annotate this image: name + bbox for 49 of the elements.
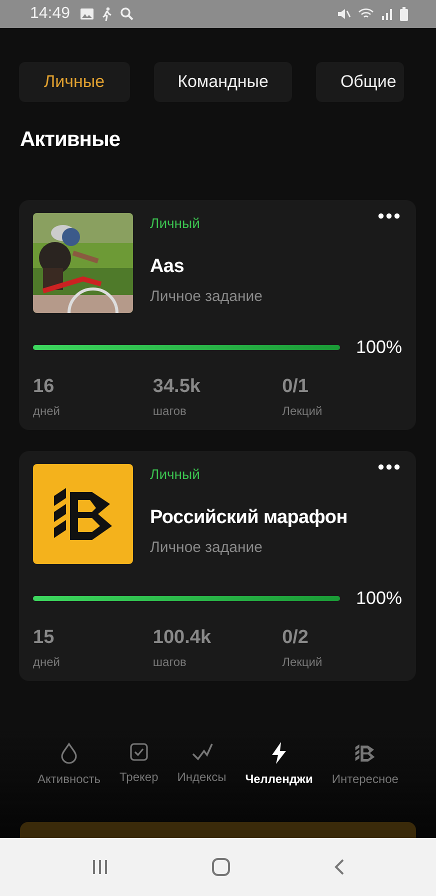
- more-icon[interactable]: [378, 213, 400, 219]
- stat-label: шагов: [152, 655, 188, 669]
- stat-label: шагов: [152, 404, 188, 418]
- nav-tab[interactable]: Трекер: [120, 742, 158, 786]
- stat-value: 0/2: [282, 627, 310, 649]
- challenge-type: Личный: [150, 215, 201, 231]
- mute-icon: [337, 8, 351, 20]
- challenge-subtitle: Личное задание: [150, 539, 264, 556]
- challenge-type: Личный: [150, 466, 201, 482]
- more-icon[interactable]: [378, 464, 400, 470]
- challenge-card[interactable]: Личный Российский марафон Личное задание 100% 15 дней 100.4k шагов 0/2 Лекций: [19, 451, 416, 681]
- lightning-icon: [271, 742, 288, 764]
- stat-value: 34.5k: [152, 376, 202, 398]
- challenge-card[interactable]: Личный Aas Личное задание 100% 16 дней 34.5k шагов 0/1 Лекций: [19, 200, 416, 430]
- stat-label: дней: [33, 655, 62, 669]
- chart-line-icon: [190, 742, 213, 762]
- filter-tab[interactable]: Командные: [154, 62, 292, 102]
- drop-icon: [59, 742, 79, 764]
- back-icon[interactable]: [333, 858, 345, 876]
- wifi-icon: [358, 8, 374, 20]
- stat-value: 100.4k: [152, 627, 212, 649]
- filter-tab[interactable]: Общие: [316, 62, 404, 102]
- recent-apps-icon[interactable]: [91, 858, 109, 876]
- stat-value: 16: [33, 376, 56, 398]
- walking-icon: [101, 7, 114, 21]
- nav-tab[interactable]: Интересное: [332, 742, 398, 786]
- signal-icon: [381, 8, 393, 20]
- stat-label: дней: [33, 404, 62, 418]
- filter-tab[interactable]: Личные: [19, 62, 130, 102]
- section-title: Активные: [20, 128, 122, 152]
- stat-label: Лекций: [282, 655, 324, 669]
- challenge-subtitle: Личное задание: [150, 288, 262, 305]
- progress-percent: 100%: [356, 337, 402, 358]
- image-icon: [80, 8, 94, 20]
- progress-percent: 100%: [356, 588, 402, 609]
- search-icon: [120, 7, 134, 21]
- checkbox-icon: [128, 742, 149, 762]
- stat-value: 15: [33, 627, 56, 649]
- nav-tab[interactable]: Активность: [38, 742, 101, 786]
- challenge-title: Aas: [150, 256, 185, 278]
- battery-icon: [400, 7, 408, 21]
- nav-tab[interactable]: Челленджи: [245, 742, 313, 786]
- status-time: 14:49: [30, 5, 70, 23]
- challenge-title: Российский марафон: [150, 507, 348, 529]
- stat-label: Лекций: [282, 404, 324, 418]
- nav-tab[interactable]: Индексы: [177, 742, 226, 786]
- stat-value: 0/1: [282, 376, 310, 398]
- stripes-logo-icon: [354, 742, 376, 764]
- home-icon[interactable]: [211, 857, 231, 877]
